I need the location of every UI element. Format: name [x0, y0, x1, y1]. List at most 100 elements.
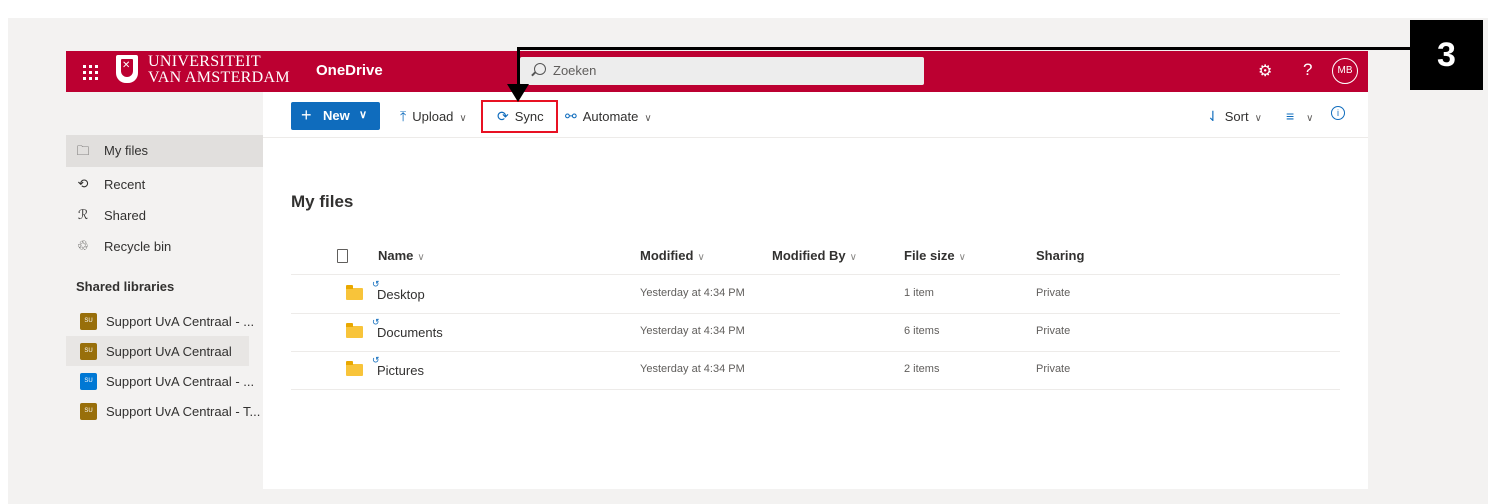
info-icon[interactable]: i: [1331, 106, 1345, 120]
library-item[interactable]: SU Support UvA Centraal - ...: [66, 306, 254, 336]
search-box[interactable]: Zoeken: [520, 57, 924, 85]
plus-icon: +: [301, 105, 312, 125]
people-icon: ℛ: [77, 207, 89, 222]
chevron-down-icon: ∨: [459, 113, 467, 124]
chevron-down-icon: ∨: [644, 113, 652, 124]
chevron-down-icon: ∨: [1254, 113, 1262, 124]
library-item[interactable]: SU Support UvA Centraal - T...: [66, 396, 260, 426]
library-badge-icon: SU: [80, 373, 97, 390]
library-label: Support UvA Centraal - T...: [106, 404, 261, 419]
nav-item-recycle-bin[interactable]: ♲ Recycle bin: [66, 231, 263, 263]
chevron-down-icon: ∨: [697, 252, 705, 263]
column-header-label: Modified: [640, 248, 694, 263]
table-row[interactable]: ↺ Pictures Yesterday at 4:34 PM 2 items …: [291, 351, 1340, 389]
file-size: 2 items: [904, 363, 940, 375]
page-title: My files: [291, 192, 354, 211]
settings-gear-icon[interactable]: ⚙: [1258, 61, 1272, 81]
nav-item-label: My files: [104, 143, 149, 158]
modified-date: Yesterday at 4:34 PM: [640, 287, 745, 299]
automate-button[interactable]: ⚯ Automate ∨: [565, 108, 652, 125]
search-input[interactable]: Zoeken: [553, 63, 596, 78]
main-content: My files Name ∨ Modified ∨ Modified By ∨ Fi…: [263, 138, 1368, 489]
sort-icon: ⇃: [1207, 108, 1219, 124]
upload-button[interactable]: ⤒ Upload ∨: [400, 108, 467, 125]
nav-item-label: Shared: [104, 208, 146, 223]
command-bar: + New ∨ ⤒ Upload ∨ ⟳ Sync ⚯ Automate ∨ ⇃ Sort ∨…: [263, 92, 1368, 138]
library-badge-icon: SU: [80, 343, 97, 360]
automate-label: Automate: [582, 109, 639, 124]
file-type-icon: [337, 249, 348, 263]
step-number-badge: 3: [1410, 20, 1483, 90]
folder-icon: [346, 323, 363, 338]
university-logo-text: UNIVERSITEIT VAN AMSTERDAM: [148, 54, 290, 86]
left-navigation: 🗀 My files ⟲ Recent ℛ Shared ♲ Recycle b…: [66, 92, 263, 486]
university-logo-icon: [116, 55, 138, 83]
new-button[interactable]: + New ∨: [291, 102, 380, 130]
view-list-icon: ≡: [1286, 108, 1295, 124]
file-name[interactable]: Desktop: [377, 287, 425, 302]
app-name[interactable]: OneDrive: [316, 62, 383, 79]
library-badge-icon: SU: [80, 403, 97, 420]
chevron-down-icon: ∨: [359, 109, 368, 121]
row-divider: [291, 389, 1340, 390]
avatar[interactable]: MB: [1332, 58, 1358, 84]
logo-line-2: VAN AMSTERDAM: [148, 69, 290, 86]
column-header-label: File size: [904, 248, 955, 263]
help-icon[interactable]: ?: [1303, 60, 1312, 80]
annotation-arrow-icon: [507, 84, 529, 102]
chevron-down-icon: ∨: [417, 252, 425, 263]
file-size: 6 items: [904, 325, 940, 337]
folder-icon: 🗀: [76, 143, 90, 158]
annotation-pointer-line: [517, 47, 520, 87]
file-size: 1 item: [904, 287, 934, 299]
folder-icon: [346, 285, 363, 300]
history-icon: ⟲: [77, 176, 89, 191]
folder-icon: [346, 361, 363, 376]
logo-line-1: UNIVERSITEIT: [148, 53, 261, 70]
sort-button[interactable]: ⇃ Sort ∨: [1207, 108, 1262, 125]
column-header-modified-by[interactable]: Modified By ∨: [772, 248, 857, 263]
column-header-file-size[interactable]: File size ∨: [904, 248, 966, 263]
nav-item-shared[interactable]: ℛ Shared: [66, 200, 263, 232]
column-header-label: Name: [378, 248, 414, 263]
nav-item-my-files[interactable]: 🗀 My files: [66, 135, 263, 167]
nav-item-label: Recent: [104, 177, 146, 192]
annotation-connector-line: [518, 47, 1410, 50]
sharing-status: Private: [1036, 325, 1071, 337]
library-label: Support UvA Centraal: [106, 344, 232, 359]
shared-libraries-heading: Shared libraries: [76, 279, 175, 294]
flow-icon: ⚯: [565, 108, 577, 124]
table-row[interactable]: ↺ Desktop Yesterday at 4:34 PM 1 item Pr…: [291, 275, 1340, 313]
modified-date: Yesterday at 4:34 PM: [640, 325, 745, 337]
column-header-name[interactable]: Name ∨: [378, 248, 425, 263]
library-item[interactable]: SU Support UvA Centraal: [66, 336, 249, 366]
sharing-status: Private: [1036, 287, 1071, 299]
sync-highlight-box: [481, 100, 558, 133]
file-name[interactable]: Documents: [377, 325, 443, 340]
recycle-bin-icon: ♲: [77, 238, 89, 253]
column-header-label: Modified By: [772, 248, 846, 263]
column-header-sharing[interactable]: Sharing: [1036, 248, 1084, 263]
library-item[interactable]: SU Support UvA Centraal - ...: [66, 366, 254, 396]
search-icon: [534, 63, 546, 75]
table-row[interactable]: ↺ Documents Yesterday at 4:34 PM 6 items…: [291, 313, 1340, 351]
column-header-modified[interactable]: Modified ∨: [640, 248, 705, 263]
column-header-label: Sharing: [1036, 248, 1085, 263]
chevron-down-icon: ∨: [1306, 113, 1314, 124]
nav-item-label: Recycle bin: [104, 239, 172, 254]
suite-header: UNIVERSITEIT VAN AMSTERDAM OneDrive Zoek…: [66, 51, 1368, 92]
library-badge-icon: SU: [80, 313, 97, 330]
chevron-down-icon: ∨: [958, 252, 966, 263]
sharing-status: Private: [1036, 363, 1071, 375]
view-options-button[interactable]: ≡ ∨: [1286, 108, 1314, 124]
file-name[interactable]: Pictures: [377, 363, 424, 378]
nav-item-recent[interactable]: ⟲ Recent: [66, 169, 263, 201]
library-label: Support UvA Centraal - ...: [106, 314, 255, 329]
chevron-down-icon: ∨: [849, 252, 857, 263]
upload-icon: ⤒: [400, 108, 407, 124]
app-launcher-icon[interactable]: [78, 60, 102, 84]
upload-label: Upload: [412, 109, 454, 124]
modified-date: Yesterday at 4:34 PM: [640, 363, 745, 375]
sort-label: Sort: [1224, 109, 1249, 124]
new-button-label: New: [323, 108, 350, 123]
